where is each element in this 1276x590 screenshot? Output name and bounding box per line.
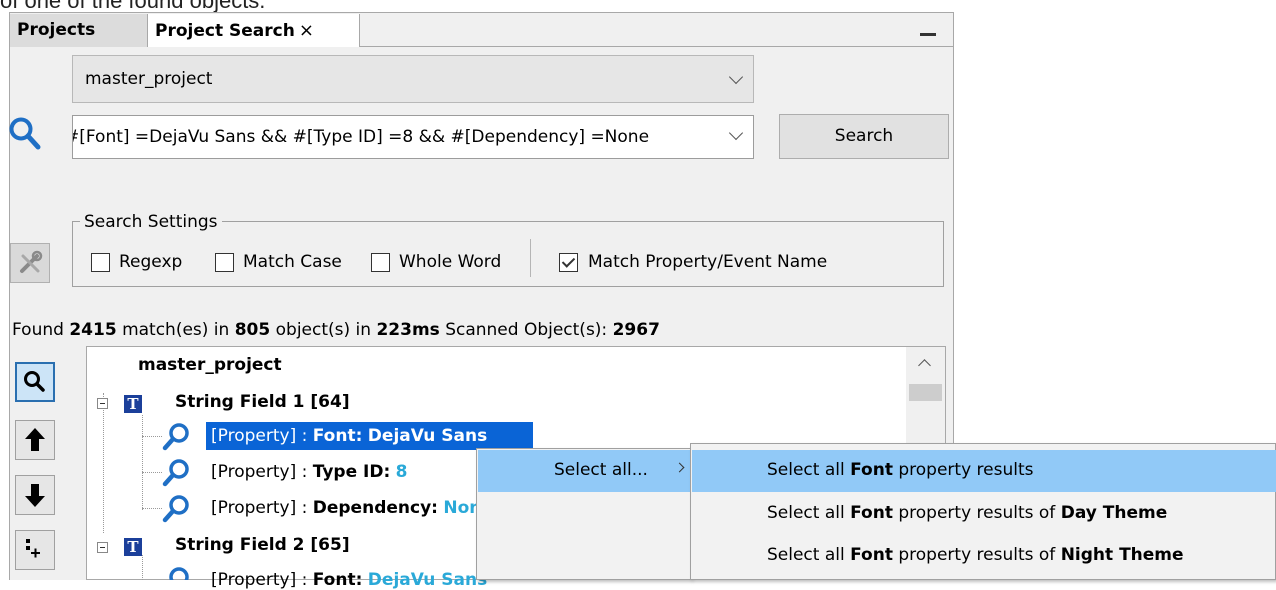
tab-project-search[interactable]: Project Search × (148, 14, 360, 47)
search-query-text: #[Font] =DejaVu Sans && #[Type ID] =8 &&… (72, 127, 650, 147)
arrow-up-icon (25, 428, 45, 451)
search-query-input[interactable]: #[Font] =DejaVu Sans && #[Type ID] =8 &&… (72, 115, 754, 159)
property-prefix: [Property] : (211, 570, 308, 590)
search-icon (9, 117, 41, 150)
whole-word-label: Whole Word (399, 252, 502, 272)
select-all-submenu: Select all Font property results Select … (690, 443, 1276, 580)
menu-item-label: Select all Font property results of Nigh… (767, 545, 1184, 565)
regexp-label: Regexp (119, 252, 183, 272)
chevron-down-icon (728, 125, 744, 141)
tree-node-label[interactable]: String Field 2 [65] (175, 535, 350, 555)
object-count: 805 (234, 320, 271, 340)
property-key: Type ID: (312, 462, 391, 482)
context-menu: Select all... (476, 448, 691, 580)
collapse-toggle[interactable] (97, 398, 108, 409)
tab-project-search-label: Project Search (155, 21, 295, 41)
tab-projects-label: Projects (17, 20, 96, 40)
match-property-checkbox[interactable] (559, 253, 578, 272)
tree-result-row[interactable]: [Property] : Dependency: None (211, 498, 493, 518)
tree-connector (142, 555, 143, 580)
match-count: 2415 (69, 320, 117, 340)
tree-result-row[interactable]: [Property] : Font: DejaVu Sans (211, 570, 487, 590)
search-settings-legend: Search Settings (80, 212, 222, 232)
menu-item-select-all[interactable]: Select all... (478, 450, 690, 492)
menu-item-select-font-day-theme[interactable]: Select all Font property results of Day … (692, 493, 1276, 535)
close-icon[interactable]: × (299, 20, 314, 41)
find-button[interactable] (15, 362, 55, 402)
matches-suffix: match(es) in (122, 320, 230, 340)
arrow-down-icon (25, 484, 45, 507)
scroll-up-icon[interactable] (918, 359, 931, 372)
match-property-label: Match Property/Event Name (588, 252, 828, 272)
expand-tree-icon (26, 539, 40, 558)
menu-item-select-font-night-theme[interactable]: Select all Font property results of Nigh… (692, 535, 1276, 577)
chevron-right-icon (674, 462, 685, 473)
property-value: DejaVu Sans (367, 570, 488, 590)
search-result-icon (162, 459, 189, 487)
scanned-count: 2967 (612, 320, 660, 340)
chevron-down-icon (728, 69, 744, 85)
settings-tool-button[interactable] (10, 243, 50, 283)
property-key: Dependency: (312, 498, 438, 518)
search-icon (24, 371, 45, 392)
tree-result-row[interactable]: [Property] : Font: DejaVu Sans (211, 426, 487, 446)
tree-connector (103, 393, 104, 533)
query-dropdown-toggle[interactable] (723, 116, 753, 158)
property-prefix: [Property] : (211, 498, 308, 518)
menu-item-select-font-results[interactable]: Select all Font property results (692, 450, 1276, 492)
settings-divider (530, 239, 531, 277)
search-button[interactable]: Search (779, 114, 949, 159)
search-results-summary: Found 2415 match(es) in 805 object(s) in… (12, 320, 660, 340)
string-field-icon: T (124, 395, 142, 413)
search-query-viewport: #[Font] =DejaVu Sans && #[Type ID] =8 &&… (72, 127, 753, 149)
next-result-button[interactable] (15, 475, 55, 515)
match-case-checkbox[interactable] (215, 253, 234, 272)
objects-suffix: object(s) in (275, 320, 372, 340)
tree-connector (142, 415, 143, 510)
property-prefix: [Property] : (211, 462, 308, 482)
property-value: 8 (395, 462, 408, 482)
tab-projects[interactable]: Projects (10, 14, 148, 47)
tree-result-row[interactable]: [Property] : Type ID: 8 (211, 462, 408, 482)
search-result-icon (162, 495, 189, 523)
whole-word-checkbox[interactable] (371, 253, 390, 272)
search-result-icon (162, 423, 189, 451)
scanned-label: Scanned Object(s): (445, 320, 608, 340)
string-field-icon: T (124, 538, 142, 556)
previous-result-button[interactable] (15, 420, 55, 460)
collapse-toggle[interactable] (97, 542, 108, 553)
project-select-value: master_project (85, 69, 213, 89)
tree-connector (142, 508, 162, 509)
menu-item-label: Select all Font property results of Day … (767, 503, 1168, 523)
tree-root-label[interactable]: master_project (138, 355, 282, 375)
project-select[interactable]: master_project (72, 55, 754, 103)
search-result-icon (169, 567, 189, 580)
property-key: Font: (312, 426, 363, 446)
property-value: DejaVu Sans (367, 426, 488, 446)
tree-connector (142, 436, 162, 437)
tree-connector (142, 472, 162, 473)
expand-all-button[interactable] (15, 530, 55, 570)
search-time: 223ms (376, 320, 440, 340)
menu-item-label: Select all... (554, 460, 648, 480)
scroll-thumb[interactable] (909, 384, 942, 401)
match-case-label: Match Case (243, 252, 342, 272)
tree-node-label[interactable]: String Field 1 [64] (175, 392, 350, 412)
property-prefix: [Property] : (211, 426, 308, 446)
wrench-icon (20, 250, 43, 273)
found-prefix: Found (12, 320, 64, 340)
minimize-icon[interactable] (920, 33, 936, 36)
regexp-checkbox[interactable] (91, 253, 110, 272)
menu-item-label: Select all Font property results (767, 460, 1034, 480)
property-key: Font: (312, 570, 363, 590)
